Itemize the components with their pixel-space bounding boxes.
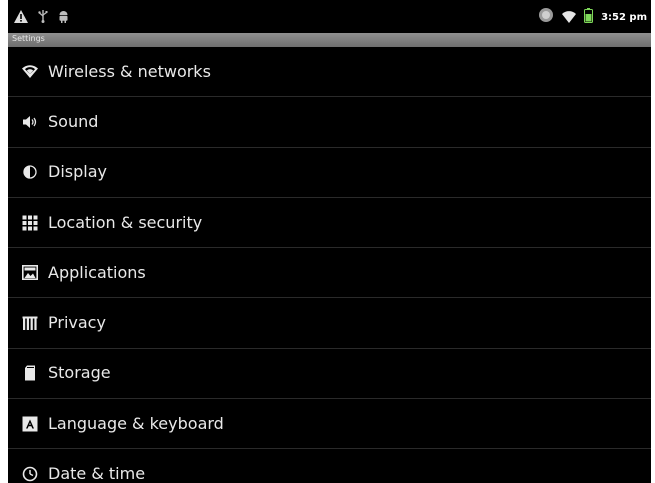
list-item-sound[interactable]: Sound: [8, 97, 651, 148]
settings-list: Wireless & networks Sound Display Locati…: [8, 47, 651, 483]
list-item-label: Applications: [48, 262, 146, 282]
title-bar: Settings: [8, 33, 651, 47]
list-item-location-security[interactable]: Location & security: [8, 198, 651, 249]
list-item-privacy[interactable]: Privacy: [8, 298, 651, 349]
keyboard-icon: [21, 415, 39, 433]
android-icon: [58, 8, 69, 27]
speaker-icon: [21, 113, 39, 131]
list-item-label: Location & security: [48, 212, 203, 232]
list-item-date-time[interactable]: Date & time: [8, 449, 651, 483]
list-item-language-keyboard[interactable]: Language & keyboard: [8, 399, 651, 450]
warning-icon: [14, 8, 28, 27]
sd-card-icon: [21, 364, 39, 382]
list-item-label: Sound: [48, 112, 99, 132]
clock-icon: [21, 465, 39, 483]
list-item-storage[interactable]: Storage: [8, 349, 651, 400]
battery-icon: [584, 7, 594, 27]
list-item-label: Language & keyboard: [48, 413, 224, 433]
applications-icon: [21, 264, 39, 282]
list-item-wireless-networks[interactable]: Wireless & networks: [8, 47, 651, 98]
android-settings-screen: 3:52 pm Settings Wireless & networks Sou…: [8, 0, 651, 483]
privacy-icon: [21, 314, 39, 332]
usb-icon: [38, 8, 48, 27]
status-bar: 3:52 pm: [8, 0, 651, 33]
list-item-display[interactable]: Display: [8, 148, 651, 198]
list-item-label: Storage: [48, 363, 111, 383]
list-item-label: Privacy: [48, 313, 106, 333]
grid-icon: [21, 214, 39, 232]
list-item-label: Wireless & networks: [48, 61, 211, 81]
brightness-icon: [21, 163, 39, 181]
list-item-label: Display: [48, 162, 107, 182]
status-time: 3:52 pm: [601, 11, 647, 23]
wifi-icon: [562, 8, 577, 27]
list-item-applications[interactable]: Applications: [8, 248, 651, 299]
sync-icon: [538, 7, 554, 27]
list-item-label: Date & time: [48, 464, 146, 483]
wifi-icon: [21, 63, 39, 81]
page-title: Settings: [12, 34, 45, 43]
